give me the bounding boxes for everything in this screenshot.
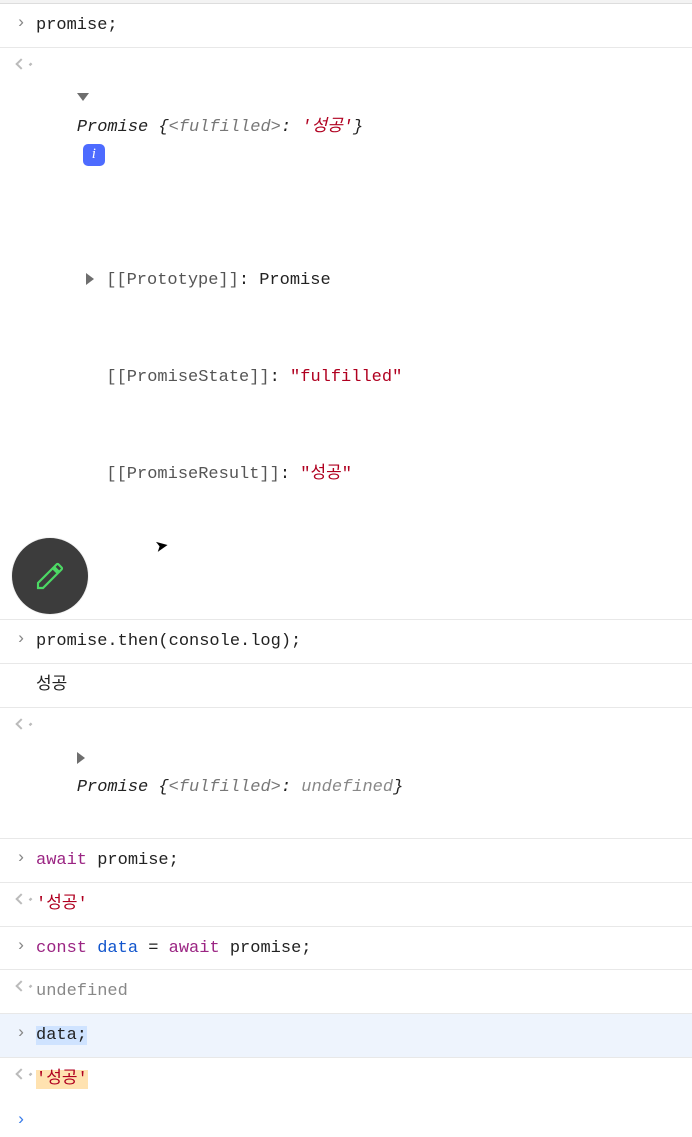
output-object: Promise {<fulfilled>: '성공'} i [[Prototyp… xyxy=(36,54,692,614)
log-text: 성공 xyxy=(36,670,692,701)
pencil-icon xyxy=(34,560,66,592)
promise-state-row: [[PromiseState]]: "fulfilled" xyxy=(86,362,692,394)
input-code: data; xyxy=(36,1020,692,1051)
input-marker: › xyxy=(6,1107,36,1130)
output-value: '성공' xyxy=(36,889,692,920)
input-marker: › xyxy=(6,845,36,868)
output-object: Promise {<fulfilled>: undefined} xyxy=(36,714,692,832)
info-icon[interactable]: i xyxy=(83,144,105,166)
console-prompt-row[interactable]: › xyxy=(0,1101,692,1136)
console-input-row[interactable]: › promise; xyxy=(0,4,692,48)
console-input-row[interactable]: › promise.then(console.log); xyxy=(0,620,692,664)
console-output-row[interactable]: '성공' xyxy=(0,883,692,927)
object-type: Promise xyxy=(77,118,148,137)
prompt-input[interactable] xyxy=(36,1107,692,1109)
promise-value: '성공' xyxy=(301,118,353,137)
expand-toggle-icon[interactable] xyxy=(77,752,85,764)
console-output-row[interactable]: '성공' xyxy=(0,1058,692,1101)
promise-value: undefined xyxy=(301,778,393,797)
input-code: const data = await promise; xyxy=(36,933,692,964)
expand-toggle-icon[interactable] xyxy=(86,273,94,285)
input-code: await promise; xyxy=(36,845,692,876)
output-marker xyxy=(6,889,36,903)
input-code: promise.then(console.log); xyxy=(36,626,692,657)
console-output-row[interactable]: Promise {<fulfilled>: '성공'} i [[Prototyp… xyxy=(0,48,692,621)
console-input-row[interactable]: › const data = await promise; xyxy=(0,927,692,971)
log-marker xyxy=(6,670,36,674)
object-type: Promise xyxy=(77,778,148,797)
output-marker xyxy=(6,54,36,68)
output-marker xyxy=(6,976,36,990)
console-output-row[interactable]: Promise {<fulfilled>: undefined} xyxy=(0,708,692,839)
input-code: promise; xyxy=(36,10,692,41)
input-marker: › xyxy=(6,1020,36,1043)
input-marker: › xyxy=(6,626,36,649)
console-log-row[interactable]: 성공 xyxy=(0,664,692,708)
output-value: '성공' xyxy=(36,1064,692,1095)
output-marker xyxy=(6,714,36,728)
console-output-row[interactable]: undefined xyxy=(0,970,692,1014)
fulfilled-label: <fulfilled> xyxy=(169,778,281,797)
input-marker: › xyxy=(6,10,36,33)
promise-result-row: [[PromiseResult]]: "성공" xyxy=(86,459,692,491)
expand-toggle-icon[interactable] xyxy=(77,93,89,101)
output-marker xyxy=(6,1064,36,1078)
output-value: undefined xyxy=(36,976,692,1007)
fulfilled-label: <fulfilled> xyxy=(169,118,281,137)
console-input-row[interactable]: › data; xyxy=(0,1014,692,1058)
console-input-row[interactable]: › await promise; xyxy=(0,839,692,883)
edit-fab-button[interactable] xyxy=(12,538,88,614)
object-properties: [[Prototype]]: Promise [[PromiseState]]:… xyxy=(36,200,692,555)
input-marker: › xyxy=(6,933,36,956)
prototype-row[interactable]: [[Prototype]]: Promise xyxy=(86,265,692,297)
